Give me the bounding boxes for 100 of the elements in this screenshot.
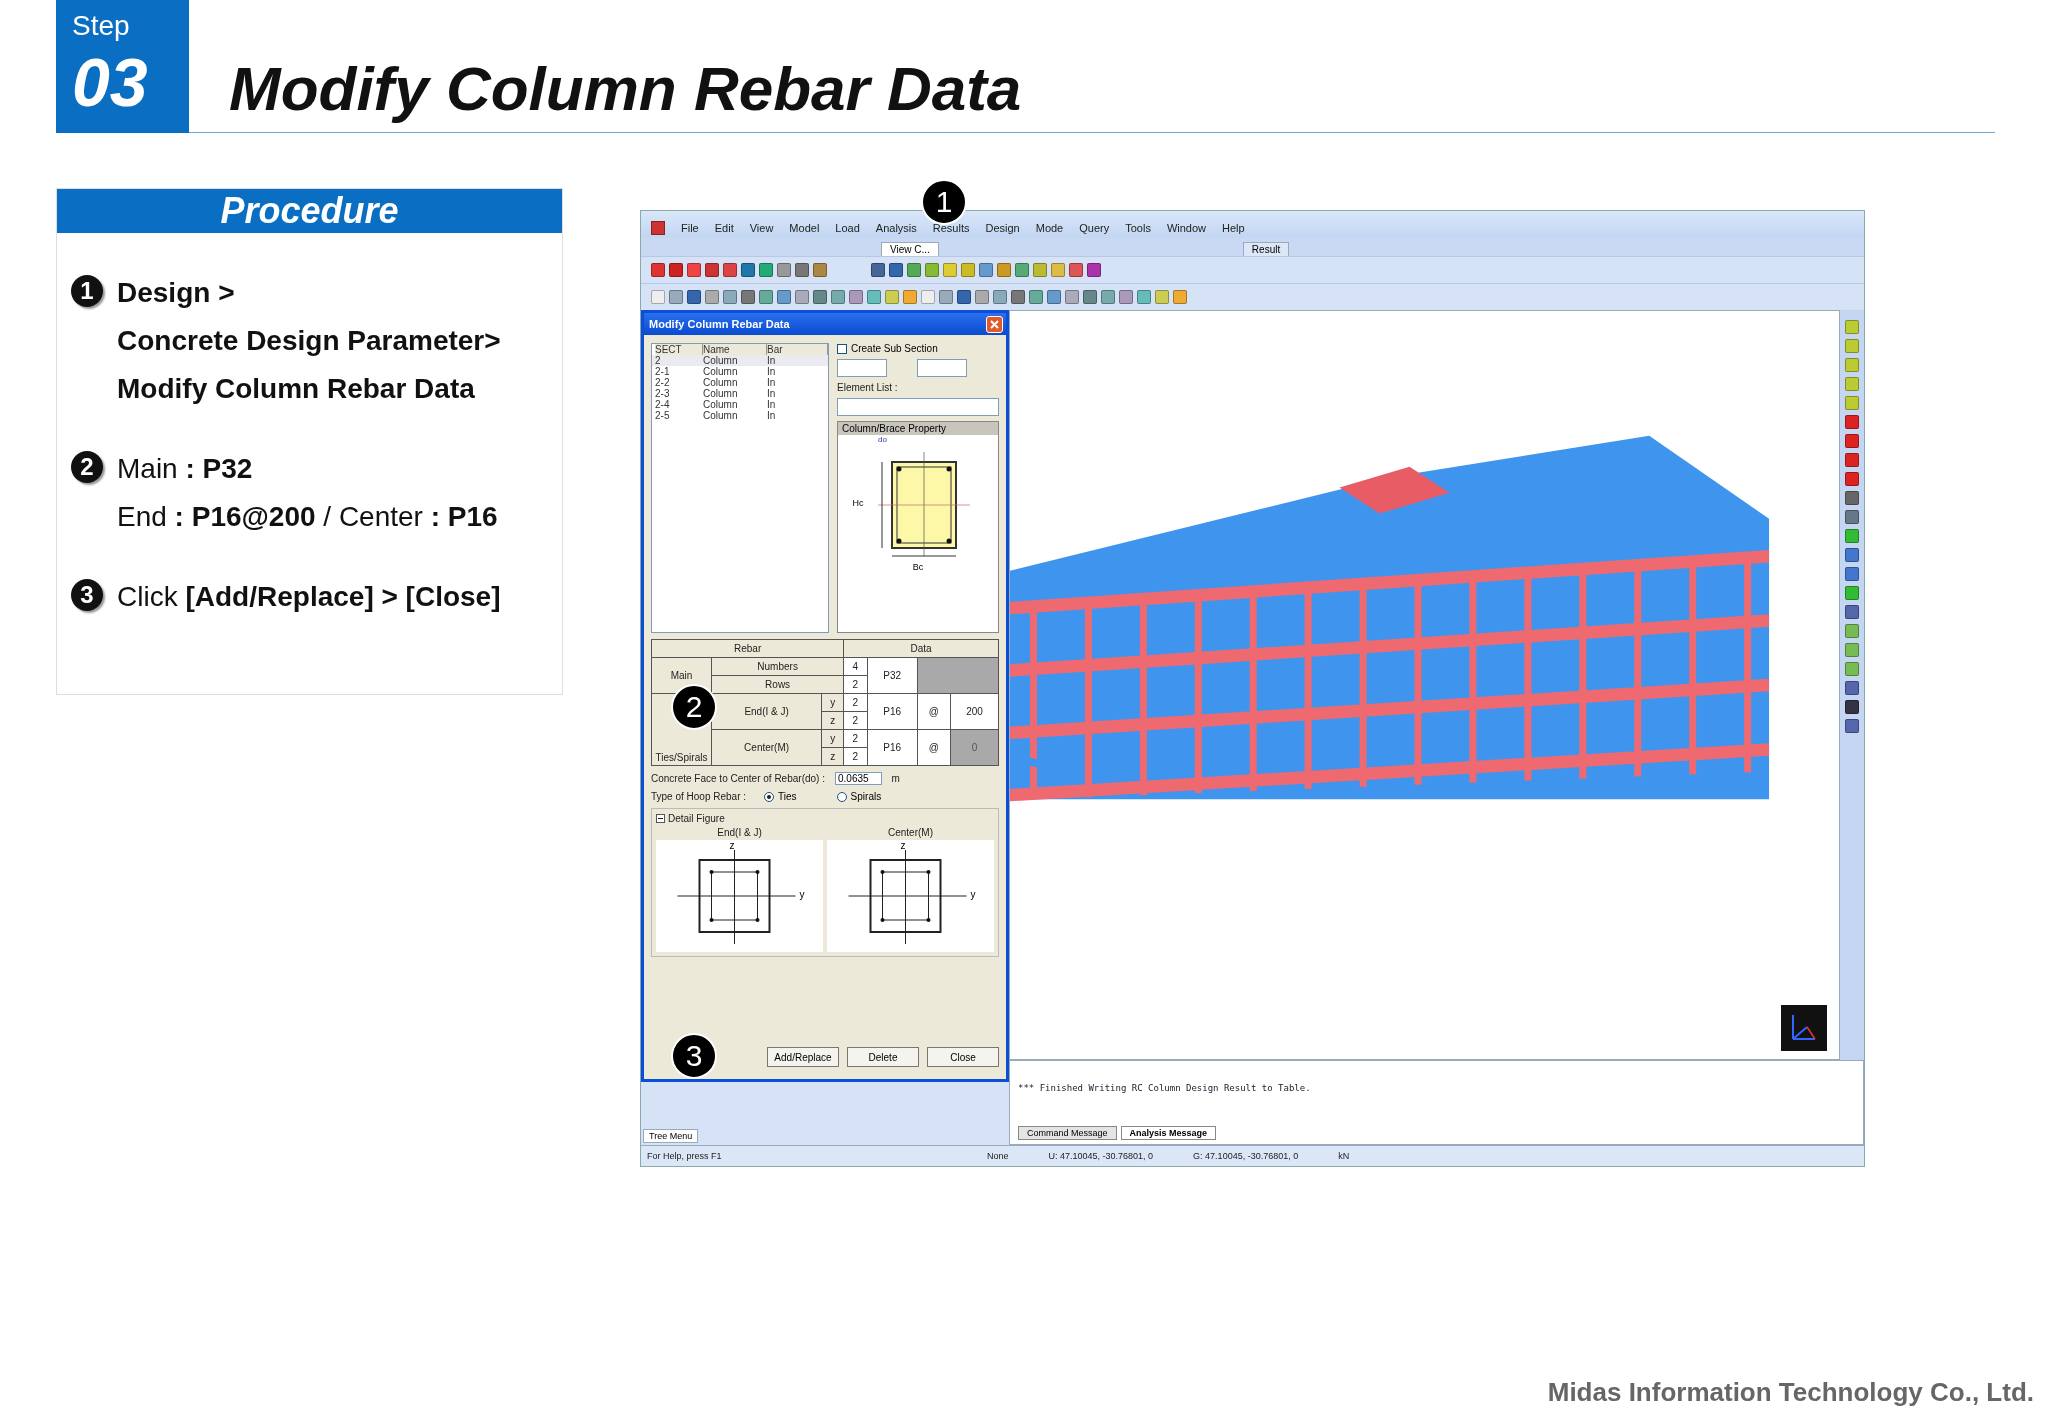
- input-field[interactable]: [837, 359, 887, 377]
- dialog-button[interactable]: Add/Replace: [767, 1047, 839, 1067]
- toolbar-icon[interactable]: [957, 290, 971, 304]
- toolbar-icon[interactable]: [1845, 358, 1859, 372]
- toolbar-icon[interactable]: [669, 263, 683, 277]
- toolbar-icon[interactable]: [1845, 586, 1859, 600]
- toolbar-icon[interactable]: [975, 290, 989, 304]
- toolbar-icon[interactable]: [1137, 290, 1151, 304]
- toolbar-icon[interactable]: [651, 263, 665, 277]
- toolbar-icon[interactable]: [849, 290, 863, 304]
- menu-item[interactable]: Design: [985, 221, 1020, 234]
- radio-button[interactable]: Ties: [764, 791, 797, 802]
- toolbar-icon[interactable]: [993, 290, 1007, 304]
- toolbar-icon[interactable]: [1845, 472, 1859, 486]
- toolbar-icon[interactable]: [723, 263, 737, 277]
- unit-selector[interactable]: kN: [1338, 1151, 1350, 1161]
- element-list-field[interactable]: [837, 398, 999, 416]
- toolbar-icon[interactable]: [1173, 290, 1187, 304]
- menu-item[interactable]: Model: [789, 221, 820, 234]
- toolbar-icon[interactable]: [1087, 263, 1101, 277]
- section-row[interactable]: 2-4 Column In: [652, 399, 828, 410]
- menu-item[interactable]: File: [681, 221, 699, 234]
- sub-section-checkbox[interactable]: Create Sub Section: [837, 343, 999, 354]
- input-field[interactable]: [917, 359, 967, 377]
- toolbar-icon[interactable]: [1845, 567, 1859, 581]
- toolbar-icon[interactable]: [777, 263, 791, 277]
- toolbar-icon[interactable]: [1155, 290, 1169, 304]
- toolbar-icon[interactable]: [1845, 624, 1859, 638]
- toolbar-icon[interactable]: [813, 290, 827, 304]
- toolbar-icon[interactable]: [723, 290, 737, 304]
- toolbar-icon[interactable]: [1015, 263, 1029, 277]
- tree-menu-tab[interactable]: Tree Menu: [643, 1129, 699, 1143]
- toolbar-icon[interactable]: [741, 290, 755, 304]
- message-tab[interactable]: Analysis Message: [1120, 1126, 1217, 1140]
- ribbon-tab[interactable]: View C...: [881, 242, 939, 256]
- toolbar-icon[interactable]: [1047, 290, 1061, 304]
- close-icon[interactable]: [986, 315, 1003, 333]
- toolbar-icon[interactable]: [1845, 719, 1859, 733]
- menu-item[interactable]: Window: [1166, 221, 1207, 234]
- section-row[interactable]: 2-5 Column In: [652, 410, 828, 421]
- toolbar-icon[interactable]: [1845, 643, 1859, 657]
- table-cell[interactable]: P16: [867, 693, 918, 730]
- toolbar-icon[interactable]: [1845, 605, 1859, 619]
- menu-item[interactable]: Tools: [1125, 221, 1151, 234]
- toolbar-icon[interactable]: [1845, 700, 1859, 714]
- toolbar-icon[interactable]: [885, 290, 899, 304]
- toolbar-icon[interactable]: [867, 290, 881, 304]
- toolbar-icon[interactable]: [1119, 290, 1133, 304]
- toolbar-icon[interactable]: [943, 263, 957, 277]
- menu-item[interactable]: Help: [1222, 221, 1245, 234]
- toolbar-icon[interactable]: [795, 263, 809, 277]
- cover-field[interactable]: 0.0635: [835, 772, 882, 785]
- toolbar-icon[interactable]: [903, 290, 917, 304]
- toolbar-icon[interactable]: [871, 263, 885, 277]
- toolbar-icon[interactable]: [1845, 529, 1859, 543]
- section-row[interactable]: 2-1 Column In: [652, 366, 828, 377]
- toolbar-icon[interactable]: [907, 263, 921, 277]
- toolbar-icon[interactable]: [687, 290, 701, 304]
- collapse-icon[interactable]: [656, 814, 665, 823]
- toolbar-icon[interactable]: [687, 263, 701, 277]
- radio-button[interactable]: Spirals: [836, 791, 882, 802]
- toolbar-icon[interactable]: [979, 263, 993, 277]
- menu-item[interactable]: Mode: [1035, 221, 1064, 234]
- toolbar-icon[interactable]: [741, 263, 755, 277]
- toolbar-icon[interactable]: [705, 290, 719, 304]
- toolbar-icon[interactable]: [997, 263, 1011, 277]
- toolbar-icon[interactable]: [1029, 290, 1043, 304]
- toolbar-icon[interactable]: [1845, 320, 1859, 334]
- toolbar-icon[interactable]: [1845, 681, 1859, 695]
- menu-item[interactable]: Analysis: [875, 221, 917, 234]
- toolbar-icon[interactable]: [813, 263, 827, 277]
- toolbar-icon[interactable]: [705, 263, 719, 277]
- toolbar-icon[interactable]: [1051, 263, 1065, 277]
- toolbar-icon[interactable]: [1845, 415, 1859, 429]
- toolbar-icon[interactable]: [1845, 396, 1859, 410]
- menu-item[interactable]: Load: [835, 221, 860, 234]
- dialog-button[interactable]: Delete: [847, 1047, 919, 1067]
- table-cell[interactable]: 200: [950, 693, 999, 730]
- toolbar-icon[interactable]: [759, 263, 773, 277]
- menu-item[interactable]: View: [749, 221, 774, 234]
- toolbar-icon[interactable]: [939, 290, 953, 304]
- toolbar-icon[interactable]: [1011, 290, 1025, 304]
- toolbar-icon[interactable]: [1033, 263, 1047, 277]
- toolbar-icon[interactable]: [1845, 662, 1859, 676]
- section-row[interactable]: 2 Column In: [652, 355, 828, 366]
- table-cell[interactable]: P32: [867, 657, 918, 694]
- toolbar-icon[interactable]: [759, 290, 773, 304]
- toolbar-icon[interactable]: [1845, 510, 1859, 524]
- toolbar-icon[interactable]: [961, 263, 975, 277]
- toolbar-icon[interactable]: [1065, 290, 1079, 304]
- toolbar-icon[interactable]: [1845, 434, 1859, 448]
- toolbar-icon[interactable]: [921, 290, 935, 304]
- menu-item[interactable]: Query: [1079, 221, 1110, 234]
- toolbar-icon[interactable]: [925, 263, 939, 277]
- toolbar-icon[interactable]: [1069, 263, 1083, 277]
- toolbar-icon[interactable]: [1845, 491, 1859, 505]
- message-tab[interactable]: Command Message: [1018, 1126, 1117, 1140]
- toolbar-icon[interactable]: [777, 290, 791, 304]
- toolbar-icon[interactable]: [651, 290, 665, 304]
- toolbar-icon[interactable]: [1845, 377, 1859, 391]
